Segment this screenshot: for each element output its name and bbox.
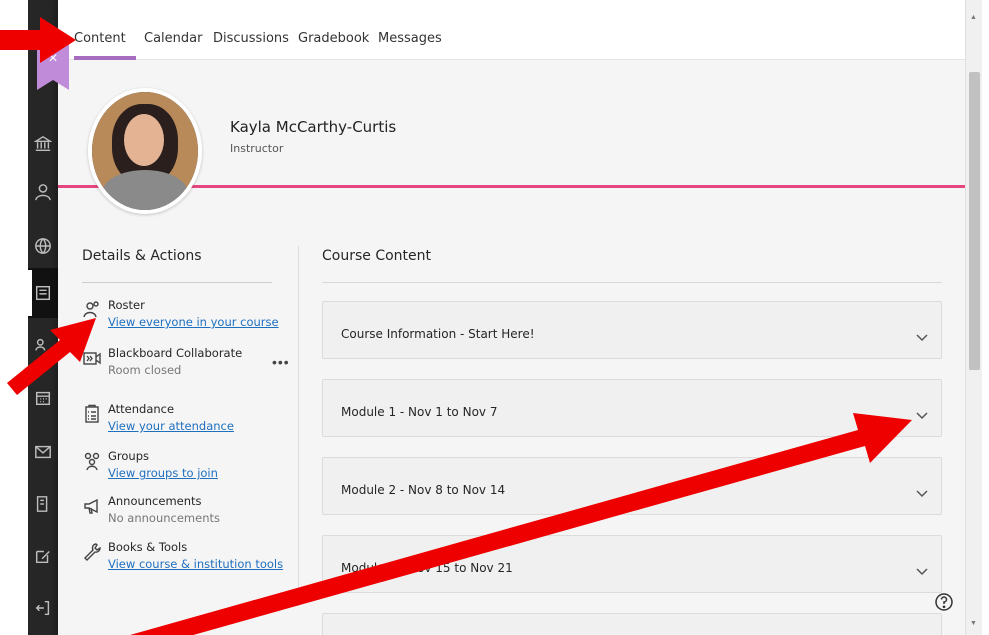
screenshot-root: Content Calendar Discussions Gradebook M… bbox=[0, 0, 989, 635]
institution-icon[interactable] bbox=[33, 134, 53, 154]
module-1[interactable]: Module 1 - Nov 1 to Nov 7 bbox=[322, 379, 942, 437]
roster-label: Roster bbox=[108, 298, 145, 312]
more-options-icon[interactable]: ••• bbox=[272, 354, 290, 370]
scroll-down-icon[interactable]: ▼ bbox=[970, 620, 977, 627]
collaborate-action: Blackboard Collaborate Room closed ••• bbox=[82, 346, 292, 386]
module-3[interactable]: Module 3 - Nov 15 to Nov 21 bbox=[322, 535, 942, 593]
course-panel: Content Calendar Discussions Gradebook M… bbox=[58, 0, 965, 635]
roster-icon bbox=[82, 300, 102, 320]
announcements-label: Announcements bbox=[108, 494, 202, 508]
vertical-scrollbar[interactable]: ▲ ▼ bbox=[965, 0, 982, 635]
tab-discussions[interactable]: Discussions bbox=[213, 31, 289, 46]
groups-icon bbox=[82, 451, 102, 471]
groups-action: Groups View groups to join bbox=[82, 449, 292, 489]
calendar-icon[interactable] bbox=[33, 388, 53, 408]
module-2[interactable]: Module 2 - Nov 8 to Nov 14 bbox=[322, 457, 942, 515]
tab-messages[interactable]: Messages bbox=[378, 31, 442, 46]
groups-label: Groups bbox=[108, 449, 150, 463]
collaborate-icon bbox=[82, 348, 102, 368]
collaborate-status: Room closed bbox=[108, 363, 182, 377]
books-tools-link[interactable]: View course & institution tools bbox=[108, 557, 283, 571]
instructor-avatar bbox=[88, 88, 202, 214]
content-divider bbox=[322, 282, 942, 283]
course-tab-bar: Content Calendar Discussions Gradebook M… bbox=[58, 0, 965, 60]
globe-icon[interactable] bbox=[33, 236, 53, 256]
tab-content[interactable]: Content bbox=[74, 31, 126, 46]
attendance-link[interactable]: View your attendance bbox=[108, 419, 234, 433]
organizations-icon[interactable] bbox=[33, 335, 53, 355]
module-next[interactable] bbox=[322, 613, 942, 635]
courses-icon[interactable] bbox=[33, 283, 53, 303]
collaborate-label: Blackboard Collaborate bbox=[108, 346, 243, 360]
announcements-status: No announcements bbox=[108, 511, 220, 525]
roster-link[interactable]: View everyone in your course bbox=[108, 315, 279, 329]
announcements-action: Announcements No announcements bbox=[82, 494, 292, 534]
course-content-heading: Course Content bbox=[322, 248, 432, 264]
tools-nav-icon[interactable] bbox=[33, 546, 53, 566]
left-navigation bbox=[28, 0, 58, 635]
attendance-action: Attendance View your attendance bbox=[82, 402, 292, 442]
chevron-down-icon[interactable] bbox=[915, 408, 929, 422]
profile-icon[interactable] bbox=[33, 182, 53, 202]
tools-icon bbox=[82, 542, 102, 562]
active-tab-indicator bbox=[74, 56, 136, 60]
instructor-role: Instructor bbox=[230, 142, 284, 155]
sign-out-icon[interactable] bbox=[33, 598, 53, 618]
messages-icon[interactable] bbox=[33, 442, 53, 462]
module-title: Module 2 - Nov 8 to Nov 14 bbox=[341, 483, 506, 497]
attendance-icon bbox=[82, 404, 102, 424]
tab-gradebook[interactable]: Gradebook bbox=[298, 31, 369, 46]
scroll-up-icon[interactable]: ▲ bbox=[970, 14, 977, 21]
instructor-name: Kayla McCarthy-Curtis bbox=[230, 118, 397, 136]
module-course-information[interactable]: Course Information - Start Here! bbox=[322, 301, 942, 359]
details-actions-heading: Details & Actions bbox=[82, 248, 202, 264]
avatar-photo bbox=[92, 92, 198, 210]
module-title: Course Information - Start Here! bbox=[341, 327, 535, 341]
groups-link[interactable]: View groups to join bbox=[108, 466, 218, 480]
books-tools-label: Books & Tools bbox=[108, 540, 188, 554]
module-title: Module 3 - Nov 15 to Nov 21 bbox=[341, 561, 513, 575]
grades-icon[interactable] bbox=[33, 494, 53, 514]
column-divider bbox=[298, 246, 299, 606]
module-title: Module 1 - Nov 1 to Nov 7 bbox=[341, 405, 498, 419]
chevron-down-icon[interactable] bbox=[915, 486, 929, 500]
chevron-down-icon[interactable] bbox=[915, 564, 929, 578]
tab-calendar[interactable]: Calendar bbox=[144, 31, 202, 46]
books-tools-action: Books & Tools View course & institution … bbox=[82, 540, 292, 580]
details-divider bbox=[82, 282, 272, 283]
attendance-label: Attendance bbox=[108, 402, 175, 416]
help-icon[interactable] bbox=[934, 592, 954, 612]
scrollbar-thumb[interactable] bbox=[969, 72, 980, 370]
announcements-icon bbox=[82, 496, 102, 516]
active-nav-indicator bbox=[28, 270, 32, 316]
chevron-down-icon[interactable] bbox=[915, 330, 929, 344]
roster-action: Roster View everyone in your course bbox=[82, 298, 292, 338]
